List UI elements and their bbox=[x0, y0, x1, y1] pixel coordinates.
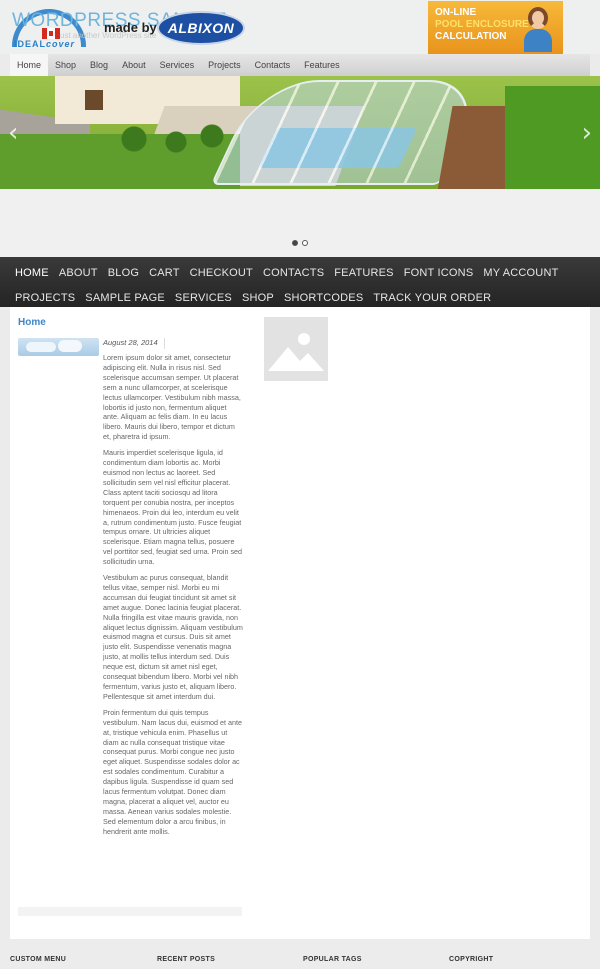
canada-flag-icon bbox=[42, 28, 60, 39]
main-nav-checkout[interactable]: CHECKOUT bbox=[185, 261, 258, 286]
support-agent-icon bbox=[523, 4, 553, 52]
top-nav-projects[interactable]: Projects bbox=[201, 54, 248, 76]
top-nav-services[interactable]: Services bbox=[153, 54, 202, 76]
chevron-left-icon[interactable]: ‹ bbox=[8, 120, 18, 146]
slider-pagination bbox=[292, 240, 308, 246]
page-title[interactable]: Home bbox=[18, 317, 46, 328]
main-nav-cart[interactable]: CART bbox=[144, 261, 185, 286]
idealcover-logo[interactable]: IDEALcover bbox=[14, 39, 75, 49]
footer-heading-copyright: COPYRIGHT bbox=[449, 956, 494, 963]
footer-heading-custom-menu: CUSTOM MENU bbox=[10, 956, 67, 963]
main-nav-my-account[interactable]: MY ACCOUNT bbox=[478, 261, 563, 286]
top-nav-about[interactable]: About bbox=[115, 54, 153, 76]
post-paragraph-4: Proin fermentum dui quis tempus vestibul… bbox=[103, 707, 243, 836]
site-footer: CUSTOM MENU RECENT POSTS POPULAR TAGS CO… bbox=[0, 939, 600, 969]
main-nav-features[interactable]: FEATURES bbox=[329, 261, 398, 286]
post-paragraph-1: Lorem ipsum dolor sit amet, consectetur … bbox=[103, 353, 241, 442]
slider-caption-band bbox=[0, 189, 600, 257]
top-nav-features[interactable]: Features bbox=[297, 54, 347, 76]
slider-bushes bbox=[110, 124, 230, 154]
post-date: August 28, 2014 bbox=[103, 338, 165, 349]
hero-slider: ‹ › bbox=[0, 76, 600, 189]
post-body: Lorem ipsum dolor sit amet, consectetur … bbox=[103, 353, 243, 843]
main-content: Home August 28, 2014 Lorem ipsum dolor s… bbox=[10, 307, 590, 939]
site-header: WORDPRESS SAMPLE Just another WordPress … bbox=[0, 0, 600, 54]
post-paragraph-2: Mauris imperdiet scelerisque ligula, id … bbox=[103, 448, 243, 567]
chevron-right-icon[interactable]: › bbox=[582, 120, 592, 146]
post-paragraph-3: Vestibulum ac purus consequat, blandit t… bbox=[103, 573, 243, 701]
top-nav-blog[interactable]: Blog bbox=[83, 54, 115, 76]
logo-word-ideal: IDEAL bbox=[14, 39, 46, 49]
slider-dot-1[interactable] bbox=[292, 240, 298, 246]
made-by-label: made by bbox=[104, 20, 157, 35]
main-nav-about[interactable]: ABOUT bbox=[54, 261, 103, 286]
main-nav: HOME ABOUT BLOG CART CHECKOUT CONTACTS F… bbox=[0, 257, 600, 307]
main-nav-blog[interactable]: BLOG bbox=[103, 261, 144, 286]
footer-heading-recent-posts: RECENT POSTS bbox=[157, 956, 216, 963]
top-nav-home[interactable]: Home bbox=[10, 54, 49, 76]
main-nav-contacts[interactable]: CONTACTS bbox=[258, 261, 329, 286]
top-nav-shop[interactable]: Shop bbox=[48, 54, 83, 76]
slider-dot-2[interactable] bbox=[302, 240, 308, 246]
main-nav-home[interactable]: HOME bbox=[10, 261, 54, 286]
albixon-logo[interactable]: ALBIXON bbox=[157, 11, 245, 45]
post-footer-bar bbox=[18, 907, 242, 916]
top-nav-contacts[interactable]: Contacts bbox=[248, 54, 298, 76]
top-nav: Home Shop Blog About Services Projects C… bbox=[10, 54, 590, 76]
post-thumbnail[interactable] bbox=[18, 338, 99, 356]
footer-heading-popular-tags: POPULAR TAGS bbox=[303, 956, 362, 963]
logo-word-cover: cover bbox=[46, 39, 76, 49]
main-nav-font-icons[interactable]: FONT ICONS bbox=[399, 261, 479, 286]
image-placeholder-icon bbox=[264, 317, 328, 381]
pool-enclosure-calculation-banner[interactable]: ON-LINE POOL ENCLOSURE CALCULATION bbox=[428, 1, 563, 54]
